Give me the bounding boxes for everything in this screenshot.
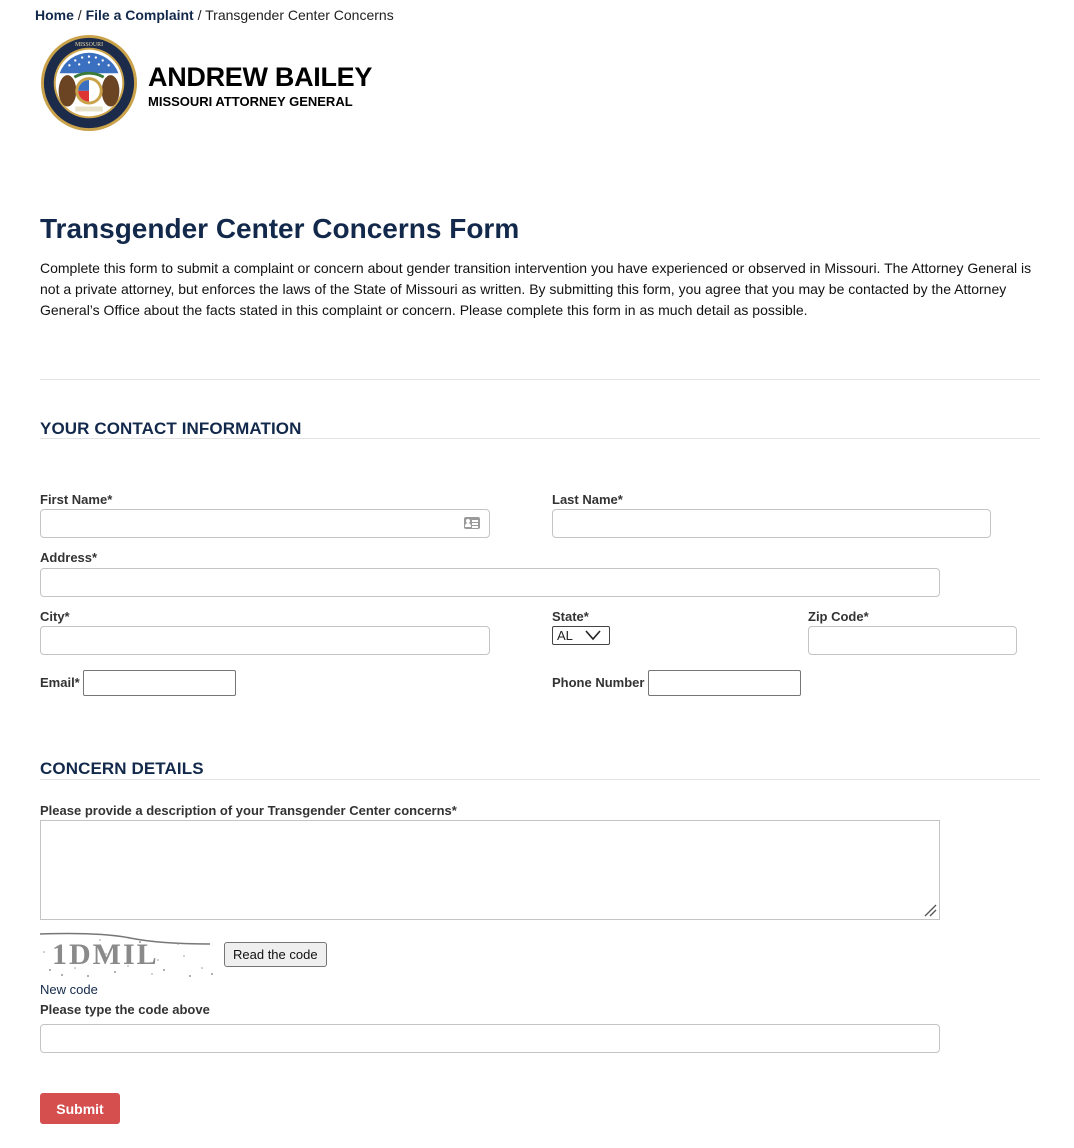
contact-card-icon[interactable]	[464, 517, 480, 529]
page-title: Transgender Center Concerns Form	[40, 213, 520, 244]
captcha-code-text: 1DMIL	[52, 938, 159, 971]
submit-button[interactable]: Submit	[40, 1093, 120, 1124]
last-name-input[interactable]	[552, 509, 991, 538]
state-select[interactable]: AL	[552, 626, 610, 645]
first-name-input[interactable]	[40, 509, 490, 538]
breadcrumb: Home / File a Complaint / Transgender Ce…	[35, 7, 394, 23]
email-input[interactable]	[83, 670, 236, 696]
state-label: State*	[552, 609, 589, 624]
section-title-concern: CONCERN DETAILS	[40, 759, 204, 778]
missouri-attorney-general-seal-icon[interactable]: MISSOURI	[40, 34, 138, 132]
brand-name: ANDREW BAILEY	[148, 62, 373, 92]
section-title-contact: YOUR CONTACT INFORMATION	[40, 419, 302, 438]
intro-paragraph: Complete this form to submit a complaint…	[40, 260, 1032, 318]
chevron-down-icon	[585, 630, 601, 641]
captcha-image: 1DMIL	[40, 932, 213, 977]
breadcrumb-file-a-complaint[interactable]: File a Complaint	[86, 7, 194, 23]
breadcrumb-separator: /	[197, 7, 202, 23]
captcha-input-label: Please type the code above	[40, 1002, 210, 1017]
first-name-label: First Name*	[40, 492, 113, 507]
resize-handle-icon[interactable]	[923, 903, 937, 917]
zip-input[interactable]	[808, 626, 1017, 655]
new-code-link[interactable]: New code	[40, 982, 98, 997]
brand-subtitle: MISSOURI ATTORNEY GENERAL	[148, 94, 353, 109]
phone-input[interactable]	[648, 670, 801, 696]
read-code-button[interactable]: Read the code	[224, 942, 327, 967]
phone-label: Phone Number	[552, 675, 645, 690]
captcha-input[interactable]	[40, 1024, 940, 1053]
zip-label: Zip Code*	[808, 609, 869, 624]
breadcrumb-current: Transgender Center Concerns	[205, 7, 394, 23]
svg-text:MISSOURI: MISSOURI	[75, 42, 103, 48]
section-underline	[40, 438, 1040, 439]
section-underline	[40, 779, 1040, 780]
state-selected-value: AL	[557, 628, 573, 643]
description-textarea[interactable]	[40, 820, 940, 920]
address-label: Address*	[40, 550, 98, 565]
city-input[interactable]	[40, 626, 490, 655]
last-name-label: Last Name*	[552, 492, 623, 507]
divider	[40, 379, 1040, 380]
description-label: Please provide a description of your Tra…	[40, 803, 457, 818]
breadcrumb-home[interactable]: Home	[35, 7, 74, 23]
address-input[interactable]	[40, 568, 940, 597]
email-label: Email*	[40, 675, 80, 690]
breadcrumb-separator: /	[77, 7, 82, 23]
city-label: City*	[40, 609, 70, 624]
